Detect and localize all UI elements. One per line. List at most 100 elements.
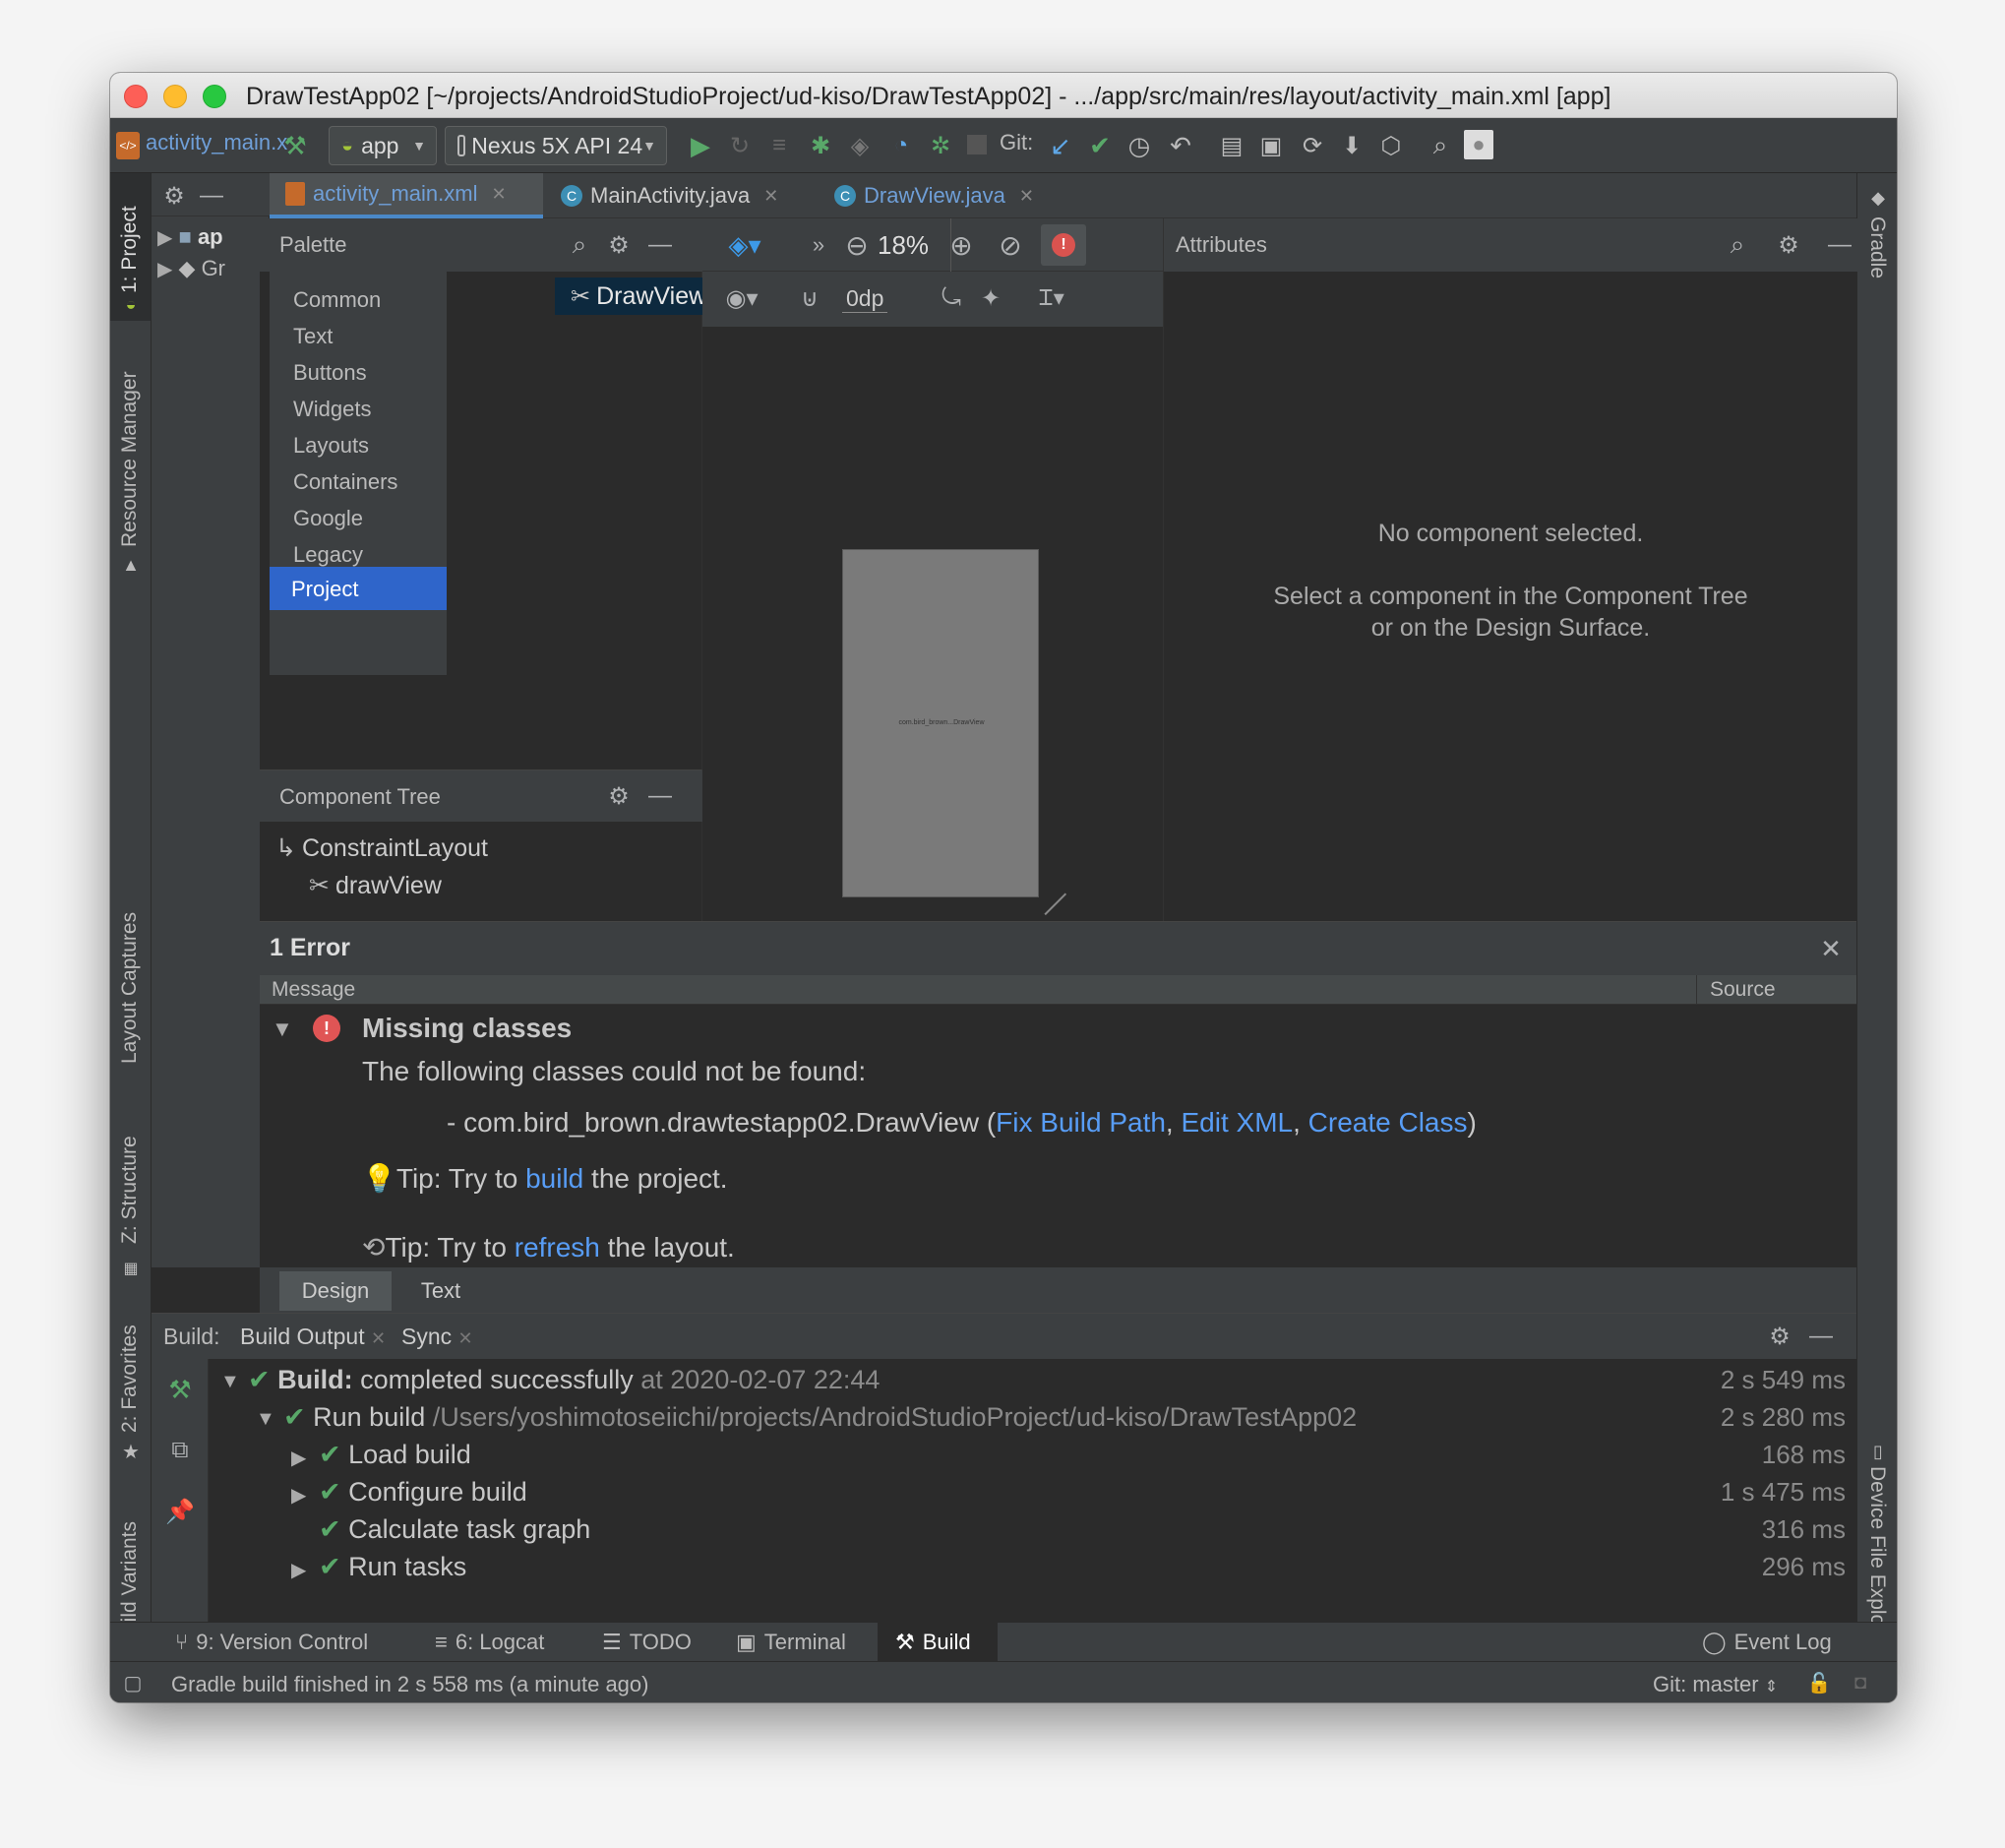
edit-xml-link[interactable]: Edit XML	[1181, 1107, 1293, 1138]
make-project-hammer-icon[interactable]: ⚒	[279, 130, 311, 161]
coverage-icon[interactable]: ◈	[844, 130, 876, 161]
git-history-icon[interactable]: ◷	[1124, 130, 1155, 161]
close-icon[interactable]: ✕	[1814, 932, 1848, 965]
build-row-configure-build[interactable]: ▶ ✔ Configure build 1 s 475 ms	[209, 1477, 1853, 1512]
tree-item-app[interactable]: ▶ ■ ap	[157, 224, 223, 250]
stop-icon[interactable]	[964, 132, 990, 157]
close-tab-icon[interactable]: ✕	[458, 1328, 473, 1348]
create-class-link[interactable]: Create Class	[1308, 1107, 1468, 1138]
inspector-icon[interactable]: ◘	[1848, 1670, 1873, 1695]
breadcrumb-file[interactable]: activity_main.x	[146, 130, 287, 155]
infer-constraints-wand-icon[interactable]: ✦	[974, 281, 1007, 315]
sdk-manager-icon[interactable]: ⬇	[1336, 130, 1367, 161]
git-branch-selector[interactable]: Git: master ⇕	[1653, 1672, 1778, 1697]
minimize-icon[interactable]: —	[1825, 230, 1854, 260]
resize-handle-icon[interactable]	[1044, 893, 1075, 924]
overflow-chevron-icon[interactable]: »	[807, 228, 830, 262]
fix-build-path-link[interactable]: Fix Build Path	[996, 1107, 1166, 1138]
close-tab-icon[interactable]: ✕	[763, 186, 778, 207]
refresh-link[interactable]: refresh	[515, 1232, 600, 1263]
status-message[interactable]: Gradle build finished in 2 s 558 ms (a m…	[171, 1672, 648, 1697]
close-window-button[interactable]	[124, 85, 148, 108]
lock-icon[interactable]: 🔓	[1806, 1670, 1832, 1695]
layout-inspector-icon[interactable]: ⬡	[1375, 130, 1407, 161]
build-link[interactable]: build	[525, 1163, 583, 1194]
tool-tab-structure[interactable]: Z: Structure	[118, 1106, 142, 1244]
palette-category-containers[interactable]: Containers	[293, 469, 397, 495]
palette-category-google[interactable]: Google	[293, 506, 363, 531]
pin-icon[interactable]: 📌	[163, 1495, 197, 1528]
attach-debugger-icon[interactable]: ✲	[925, 130, 956, 161]
run-icon[interactable]: ▶	[685, 130, 716, 161]
layers-icon[interactable]: ◈▾	[718, 228, 771, 262]
tool-tab-layout-captures[interactable]: Layout Captures	[118, 867, 142, 1064]
tree-node-constraintlayout[interactable]: ↳ ConstraintLayout	[275, 833, 488, 863]
toggle-tool-windows-icon[interactable]: ▢	[120, 1670, 146, 1695]
tool-tab-gradle[interactable]: Gradle	[1865, 216, 1889, 305]
palette-category-text[interactable]: Text	[293, 324, 333, 349]
autoconnect-magnet-icon[interactable]: ⊍	[793, 281, 826, 315]
tab-build-output[interactable]: Build Output ✕	[240, 1324, 386, 1350]
search-icon[interactable]: ⌕	[1425, 130, 1456, 161]
close-tab-icon[interactable]: ✕	[1019, 186, 1034, 207]
build-row-load-build[interactable]: ▶ ✔ Load build 168 ms	[209, 1440, 1853, 1475]
tab-text[interactable]: Text	[394, 1271, 488, 1311]
tool-tab-logcat[interactable]: ≡ 6: Logcat	[435, 1623, 544, 1662]
git-update-icon[interactable]: ↙	[1045, 130, 1076, 161]
gear-icon[interactable]: ⚙	[1774, 230, 1803, 260]
close-tab-icon[interactable]: ✕	[491, 184, 506, 205]
sync-gradle-icon[interactable]: ⟳	[1297, 130, 1328, 161]
tool-tab-favorites[interactable]: 2: Favorites	[118, 1305, 142, 1433]
build-row-run-tasks[interactable]: ▶ ✔ Run tasks 296 ms	[209, 1552, 1853, 1587]
gear-icon[interactable]: ⚙	[604, 230, 634, 260]
zoom-window-button[interactable]	[203, 85, 226, 108]
search-icon[interactable]: ⌕	[565, 229, 594, 260]
apply-code-changes-icon[interactable]: ≡	[763, 130, 795, 161]
minimize-window-button[interactable]	[163, 85, 187, 108]
palette-category-common[interactable]: Common	[293, 287, 381, 313]
align-dropdown-icon[interactable]: Ꮖ▾	[1027, 281, 1076, 315]
gear-icon[interactable]: ⚙	[159, 181, 189, 211]
device-preview-screen[interactable]: com.bird_brown...DrawView	[842, 549, 1039, 897]
palette-category-legacy[interactable]: Legacy	[293, 542, 363, 568]
git-revert-icon[interactable]: ↶	[1165, 130, 1196, 161]
tab-design[interactable]: Design	[279, 1271, 392, 1311]
minimize-icon[interactable]: —	[645, 230, 675, 260]
palette-category-widgets[interactable]: Widgets	[293, 397, 371, 422]
gear-icon[interactable]: ⚙	[604, 781, 634, 811]
close-tab-icon[interactable]: ✕	[371, 1328, 386, 1348]
build-hammer-icon[interactable]: ⚒	[163, 1373, 197, 1406]
zoom-out-icon[interactable]: ⊖	[840, 228, 874, 262]
tree-node-drawview[interactable]: ✂ drawView	[309, 871, 442, 900]
profile-icon[interactable]: ◔	[885, 130, 917, 161]
build-row-root[interactable]: ▼ ✔ Build: completed successfully at 202…	[209, 1365, 1853, 1400]
avd-manager-icon[interactable]: ▣	[1255, 130, 1287, 161]
tool-tab-resource-manager[interactable]: Resource Manager	[118, 360, 142, 547]
git-commit-icon[interactable]: ✔	[1084, 130, 1116, 161]
tool-tab-todo[interactable]: ☰ TODO	[602, 1623, 692, 1662]
minimize-icon[interactable]: —	[1806, 1322, 1836, 1351]
account-avatar-icon[interactable]: ●	[1464, 130, 1493, 159]
module-selector[interactable]: ◒ app ▼	[329, 126, 437, 165]
zoom-to-fit-icon[interactable]: ⊘	[994, 228, 1027, 262]
minimize-icon[interactable]: —	[645, 781, 675, 811]
tool-tab-build[interactable]: ⚒ Build	[878, 1623, 998, 1662]
debug-bug-icon[interactable]: ✱	[805, 130, 836, 161]
palette-category-project-selected[interactable]: Project	[270, 567, 447, 610]
palette-category-buttons[interactable]: Buttons	[293, 360, 367, 386]
error-indicator-button[interactable]: !	[1041, 224, 1086, 266]
device-selector[interactable]: Nexus 5X API 24 ▼	[445, 126, 667, 165]
tree-item-gradle[interactable]: ▶ ◆ Gr	[157, 256, 225, 281]
tab-sync[interactable]: Sync ✕	[401, 1324, 473, 1350]
gear-icon[interactable]: ⚙	[1765, 1322, 1794, 1351]
tab-mainactivity-java[interactable]: C MainActivity.java ✕	[545, 173, 811, 218]
build-row-run-build[interactable]: ▼ ✔ Run build /Users/yoshimotoseiichi/pr…	[209, 1402, 1853, 1438]
clear-constraints-icon[interactable]: ⤿	[935, 281, 968, 315]
tool-tab-version-control[interactable]: ⑂ 9: Version Control	[175, 1623, 368, 1662]
palette-category-layouts[interactable]: Layouts	[293, 433, 369, 459]
col-source[interactable]: Source	[1710, 978, 1776, 1002]
view-options-eye-icon[interactable]: ◉▾	[714, 281, 769, 315]
expand-triangle-icon[interactable]: ▼	[272, 1016, 293, 1042]
apply-changes-icon[interactable]: ↻	[724, 130, 756, 161]
default-margin-value[interactable]: 0dp	[842, 285, 888, 313]
